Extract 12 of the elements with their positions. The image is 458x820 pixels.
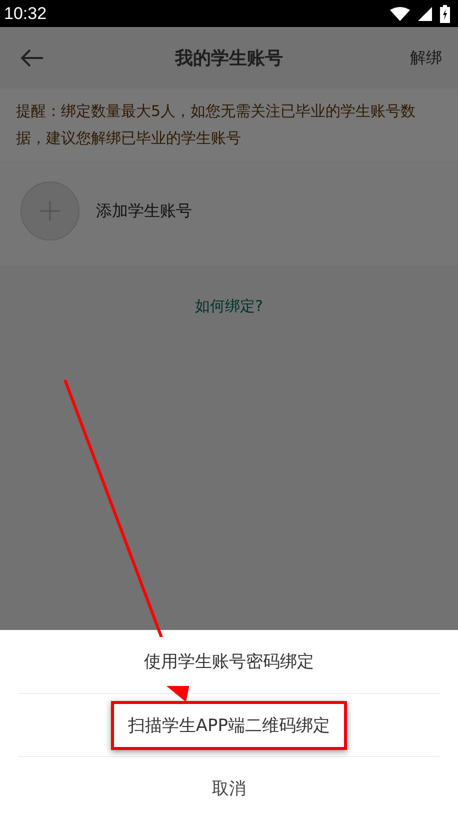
add-account-row[interactable]: 添加学生账号 [0,161,458,266]
page-title: 我的学生账号 [175,47,283,70]
back-arrow-icon[interactable] [20,48,44,68]
add-account-label: 添加学生账号 [96,200,192,222]
wifi-icon [390,6,410,20]
notice-banner: 提醒：绑定数量最大5人，如您无需关注已毕业的学生账号数据，建议您解绑已毕业的学生账号 [0,89,458,161]
signal-icon [418,6,432,20]
option-button[interactable]: 扫描学生APP端二维码绑定 [110,700,348,750]
battery-icon [440,4,450,22]
status-time: 10:32 [4,4,47,24]
unbind-button[interactable]: 解绑 [410,48,442,68]
add-icon [20,181,80,241]
